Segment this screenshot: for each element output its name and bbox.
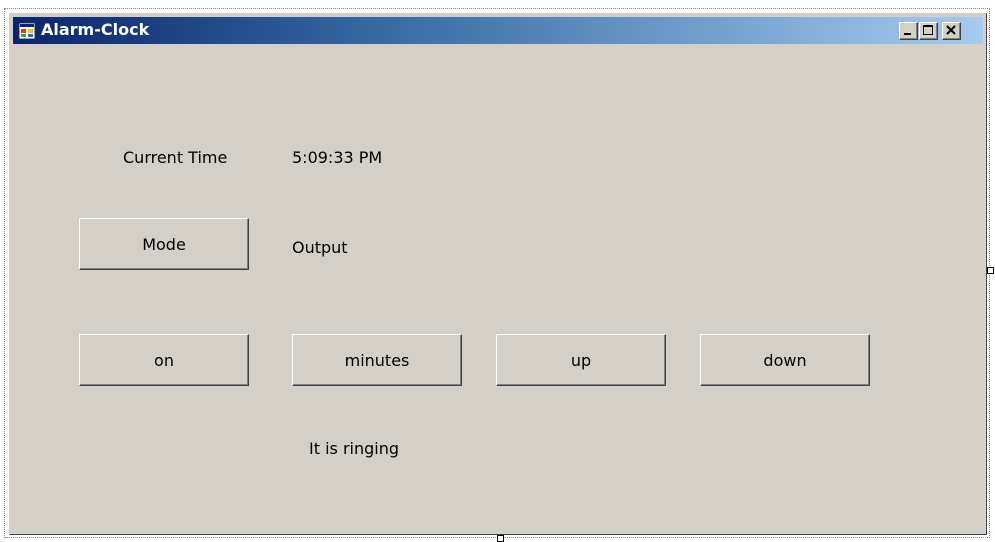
output-label: Output — [292, 238, 348, 257]
current-time-label: Current Time — [123, 148, 228, 167]
close-icon — [946, 25, 956, 35]
maximize-icon — [923, 25, 933, 35]
resize-handle-right[interactable] — [987, 267, 994, 274]
close-button[interactable] — [942, 22, 961, 40]
down-button[interactable]: down — [700, 334, 870, 386]
minimize-icon — [904, 33, 911, 35]
title-bar[interactable]: Alarm-Clock — [13, 17, 983, 44]
minutes-button[interactable]: minutes — [292, 334, 462, 386]
up-button[interactable]: up — [496, 334, 666, 386]
mode-button[interactable]: Mode — [79, 218, 249, 270]
minimize-button[interactable] — [899, 22, 918, 40]
maximize-button[interactable] — [919, 22, 938, 40]
current-time-value: 5:09:33 PM — [292, 148, 383, 167]
on-button[interactable]: on — [79, 334, 249, 386]
windows-form-icon — [19, 23, 35, 39]
ringing-status-text: It is ringing — [309, 439, 400, 458]
window-title: Alarm-Clock — [41, 20, 150, 39]
alarm-clock-window: Alarm-Clock Current Time 5:09:33 PM Mode… — [9, 13, 987, 535]
